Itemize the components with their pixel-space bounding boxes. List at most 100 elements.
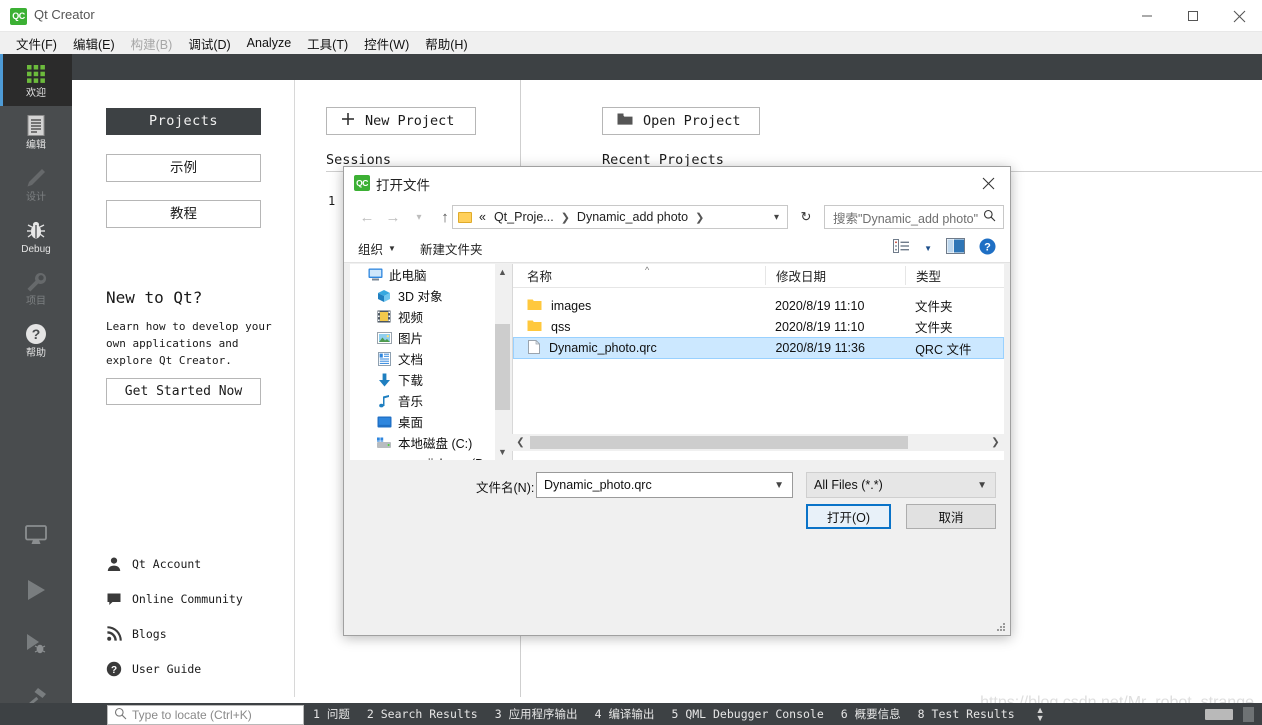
search-icon <box>114 707 127 723</box>
file-name-cell: images <box>513 298 765 314</box>
menu-build[interactable]: 构建(B) <box>123 32 181 55</box>
tree-item-pictures[interactable]: 图片 <box>350 327 495 348</box>
output-pane-search-results[interactable]: 2 Search Results <box>367 707 478 721</box>
debug-button[interactable] <box>0 617 72 671</box>
chevron-down-icon[interactable]: ▼ <box>924 244 932 253</box>
sidebar-item-welcome[interactable]: 欢迎 <box>0 54 72 106</box>
open-project-button[interactable]: Open Project <box>602 107 760 135</box>
run-button[interactable] <box>0 563 72 617</box>
file-type-filter-select[interactable]: All Files (*.*) ▼ <box>806 472 996 498</box>
menu-help[interactable]: 帮助(H) <box>417 32 475 55</box>
output-toggle-icon[interactable] <box>1243 706 1254 722</box>
list-view-icon[interactable] <box>893 239 910 258</box>
link-user-guide[interactable]: ? User Guide <box>106 651 243 686</box>
output-pane-qml-debugger[interactable]: 5 QML Debugger Console <box>671 707 823 721</box>
arrow-left-icon[interactable]: ← <box>354 205 380 229</box>
menu-tools[interactable]: 工具(T) <box>299 32 356 55</box>
welcome-tab-examples[interactable]: 示例 <box>106 154 261 182</box>
tree-item-label: 此电脑 <box>389 269 427 283</box>
table-row[interactable]: images 2020/8/19 11:10 文件夹 <box>513 295 1004 316</box>
sidebar-item-design[interactable]: 设计 <box>0 158 72 210</box>
output-pane-app-output[interactable]: 3 应用程序输出 <box>495 706 578 722</box>
chevron-down-icon[interactable]: ▼ <box>388 244 396 253</box>
session-row-index[interactable]: 1 <box>328 194 335 208</box>
tree-item-local-disk-c[interactable]: 本地磁盘 (C:) <box>350 432 495 453</box>
places-tree[interactable]: 此电脑 3D 对象 视频 图片 文档 下载 音乐 桌面 本地磁盘 (C:) <box>350 264 495 460</box>
link-blogs[interactable]: Blogs <box>106 616 243 651</box>
new-project-button[interactable]: New Project <box>326 107 476 135</box>
breadcrumb-item[interactable]: Dynamic_add photo <box>576 210 689 224</box>
link-online-community[interactable]: Online Community <box>106 581 243 616</box>
breadcrumb[interactable]: « Qt_Proje... ❯ Dynamic_add photo ❯ ▾ <box>452 205 788 229</box>
tree-item-this-pc[interactable]: 此电脑 <box>350 264 495 285</box>
maximize-icon[interactable] <box>1170 0 1216 32</box>
breadcrumb-root[interactable]: « <box>478 210 487 224</box>
refresh-icon[interactable]: ↻ <box>794 205 818 229</box>
chevron-down-icon[interactable]: ▼ <box>774 480 784 491</box>
scroll-down-icon[interactable]: ▼ <box>495 444 510 460</box>
column-header-name[interactable]: 名称 <box>513 266 765 285</box>
close-icon[interactable] <box>1216 0 1262 32</box>
tree-item-label: 音乐 <box>398 395 424 409</box>
file-list[interactable]: 名称 ^ 修改日期 类型 images 2020/8/19 11:10 文件夹 <box>512 264 1004 460</box>
get-started-button[interactable]: Get Started Now <box>106 378 261 405</box>
tree-scrollbar-thumb[interactable] <box>495 324 510 410</box>
tree-item-desktop[interactable]: 桌面 <box>350 411 495 432</box>
column-header-type[interactable]: 类型 <box>905 266 1003 285</box>
sidebar-item-label: 项目 <box>26 296 46 307</box>
cancel-button[interactable]: 取消 <box>906 504 996 529</box>
output-pane-issues[interactable]: 1 问题 <box>313 706 350 722</box>
chevron-down-icon[interactable]: ▾ <box>406 205 432 229</box>
welcome-tab-tutorials[interactable]: 教程 <box>106 200 261 228</box>
search-input[interactable]: 搜索"Dynamic_add photo" <box>824 205 1004 229</box>
welcome-tab-projects[interactable]: Projects <box>106 108 261 135</box>
tree-item-3d-objects[interactable]: 3D 对象 <box>350 285 495 306</box>
table-row[interactable]: Dynamic_photo.qrc 2020/8/19 11:36 QRC 文件 <box>513 337 1004 359</box>
menu-file[interactable]: 文件(F) <box>8 32 65 55</box>
scroll-left-icon[interactable]: ❮ <box>512 437 529 448</box>
tree-item-music[interactable]: 音乐 <box>350 390 495 411</box>
tree-item-drive-d[interactable]: wangjichuan (D <box>350 453 495 461</box>
sidebar-item-projects[interactable]: 项目 <box>0 262 72 314</box>
arrow-right-icon[interactable]: → <box>380 205 406 229</box>
column-header-date[interactable]: 修改日期 <box>765 266 905 285</box>
file-list-hscrollbar[interactable]: ❮ ❯ <box>512 434 1004 451</box>
tree-item-documents[interactable]: 文档 <box>350 348 495 369</box>
hscrollbar-thumb[interactable] <box>530 436 908 449</box>
table-row[interactable]: qss 2020/8/19 11:10 文件夹 <box>513 316 1004 337</box>
organize-button[interactable]: 组织 <box>358 239 383 258</box>
breadcrumb-item[interactable]: Qt_Proje... <box>493 210 555 224</box>
kit-selector-button[interactable] <box>0 509 72 563</box>
sidebar-item-debug[interactable]: Debug <box>0 210 72 262</box>
preview-pane-icon[interactable] <box>946 238 965 259</box>
output-pane-general-messages[interactable]: 6 概要信息 <box>841 706 901 722</box>
resize-grip[interactable] <box>997 623 1006 632</box>
menu-widgets[interactable]: 控件(W) <box>356 32 417 55</box>
sidebar-item-edit[interactable]: 编辑 <box>0 106 72 158</box>
output-pane-compile-output[interactable]: 4 编译输出 <box>595 706 655 722</box>
scroll-right-icon[interactable]: ❯ <box>987 437 1004 448</box>
new-to-qt-heading: New to Qt? <box>106 288 203 307</box>
tree-item-label: 3D 对象 <box>398 290 443 304</box>
welcome-sidebar: Projects 示例 教程 New to Qt? Learn how to d… <box>72 80 295 697</box>
minimize-icon[interactable] <box>1124 0 1170 32</box>
search-input[interactable]: Type to locate (Ctrl+K) <box>107 705 304 725</box>
close-icon[interactable] <box>966 167 1010 199</box>
scroll-up-icon[interactable]: ▲ <box>495 264 510 280</box>
chevron-down-icon[interactable]: ▼ <box>977 480 987 491</box>
menu-analyze[interactable]: Analyze <box>239 34 299 52</box>
tree-item-videos[interactable]: 视频 <box>350 306 495 327</box>
link-qt-account[interactable]: Qt Account <box>106 546 243 581</box>
chevron-down-icon[interactable]: ▾ <box>774 212 779 223</box>
search-icon <box>983 209 996 225</box>
help-icon[interactable]: ? <box>979 238 996 260</box>
new-folder-button[interactable]: 新建文件夹 <box>420 239 483 258</box>
chevron-updown-icon[interactable]: ▲ ▼ <box>1036 706 1045 723</box>
menu-debug[interactable]: 调试(D) <box>180 32 238 55</box>
menu-edit[interactable]: 编辑(E) <box>65 32 123 55</box>
sidebar-item-help[interactable]: ? 帮助 <box>0 314 72 366</box>
filename-input[interactable]: Dynamic_photo.qrc ▼ <box>536 472 793 498</box>
open-button[interactable]: 打开(O) <box>806 504 891 529</box>
tree-item-downloads[interactable]: 下载 <box>350 369 495 390</box>
output-pane-test-results[interactable]: 8 Test Results <box>918 707 1015 721</box>
